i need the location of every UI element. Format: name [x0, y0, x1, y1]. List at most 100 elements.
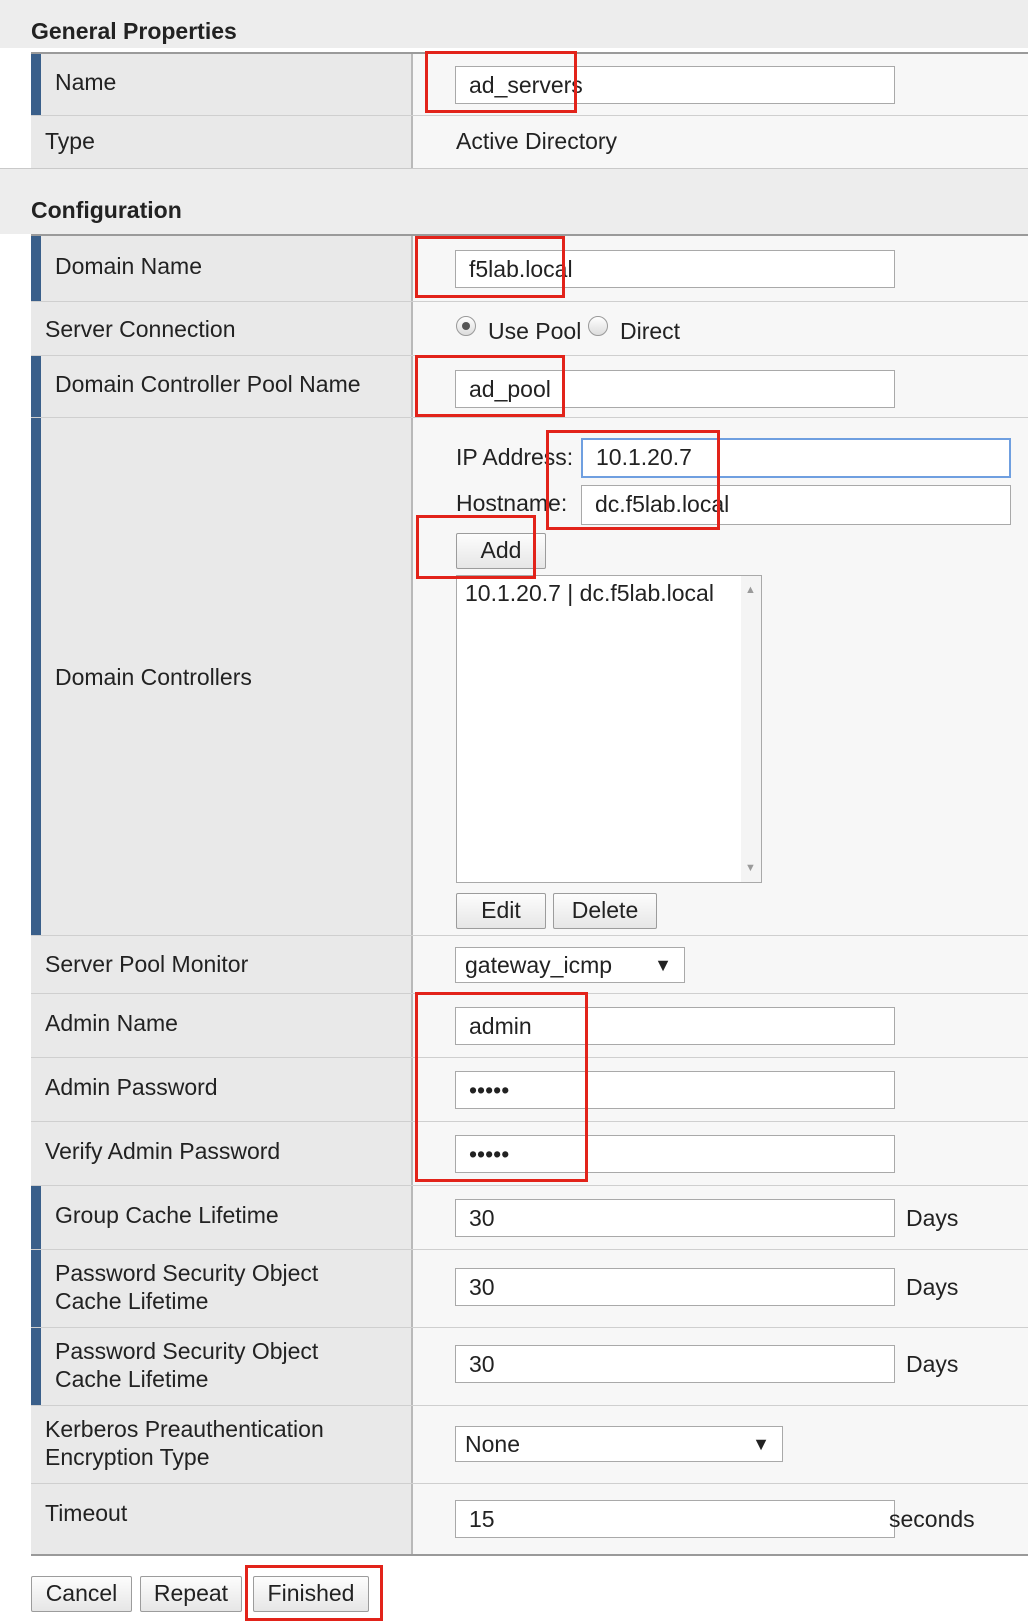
pso-cache-2-unit: Days: [906, 1351, 959, 1377]
domain-name-label-cell: Domain Name: [31, 236, 413, 301]
pso-cache-input[interactable]: 30: [455, 1268, 895, 1306]
admin-password-label: Admin Password: [45, 1074, 218, 1100]
server-pool-monitor-label: Server Pool Monitor: [45, 951, 249, 977]
repeat-button[interactable]: Repeat: [140, 1576, 242, 1612]
timeout-row: Timeout 15 seconds: [31, 1484, 1028, 1554]
kerberos-select[interactable]: None ▼: [455, 1426, 783, 1462]
use-pool-radio[interactable]: [456, 316, 476, 336]
verify-password-value-cell: •••••: [413, 1122, 1028, 1185]
kerberos-row: Kerberos Preauthentication Encryption Ty…: [31, 1406, 1028, 1484]
domain-name-label: Domain Name: [55, 253, 202, 279]
timeout-label: Timeout: [45, 1500, 128, 1526]
general-properties-table: Name ad_servers Type Active Directory: [31, 52, 1028, 170]
timeout-value-cell: 15 seconds: [413, 1484, 1028, 1554]
pso-cache-2-label-line1: Password Security Object: [55, 1338, 319, 1364]
scroll-down-icon[interactable]: ▼: [745, 862, 756, 874]
general-properties-header: General Properties: [0, 0, 1028, 48]
name-row: Name ad_servers: [31, 54, 1028, 116]
domain-name-row: Domain Name f5lab.local: [31, 236, 1028, 302]
type-value: Active Directory: [456, 128, 618, 154]
pool-name-label-cell: Domain Controller Pool Name: [31, 356, 413, 417]
admin-password-input[interactable]: •••••: [455, 1071, 895, 1109]
server-pool-monitor-value: gateway_icmp: [465, 952, 613, 978]
name-label: Name: [55, 69, 117, 95]
verify-password-label-cell: Verify Admin Password: [31, 1122, 413, 1185]
pool-name-label: Domain Controller Pool Name: [55, 371, 361, 397]
admin-name-label-cell: Admin Name: [31, 994, 413, 1057]
domain-controllers-row: Domain Controllers IP Address: 10.1.20.7…: [31, 418, 1028, 936]
cancel-button[interactable]: Cancel: [31, 1576, 132, 1612]
pso-cache-value-cell: 30 Days: [413, 1250, 1028, 1327]
group-cache-value-cell: 30 Days: [413, 1186, 1028, 1249]
name-value-cell: ad_servers: [413, 54, 1028, 115]
server-connection-row: Server Connection Use Pool Direct: [31, 302, 1028, 356]
pso-cache-label-cell: Password Security Object Cache Lifetime: [31, 1250, 413, 1327]
kerberos-label-line2: Encryption Type: [45, 1444, 210, 1470]
server-pool-monitor-select[interactable]: gateway_icmp ▼: [455, 947, 685, 983]
chevron-down-icon: ▼: [654, 955, 672, 975]
server-connection-label: Server Connection: [45, 316, 236, 342]
hostname-input[interactable]: dc.f5lab.local: [581, 485, 1011, 525]
pool-name-value-cell: ad_pool: [413, 356, 1028, 417]
scroll-up-icon[interactable]: ▲: [745, 584, 756, 596]
timeout-input[interactable]: 15: [455, 1500, 895, 1538]
pso-cache-2-input[interactable]: 30: [455, 1345, 895, 1383]
direct-radio[interactable]: [588, 316, 608, 336]
pool-name-input[interactable]: ad_pool: [455, 370, 895, 408]
general-properties-title: General Properties: [31, 18, 237, 44]
admin-name-row: Admin Name admin: [31, 994, 1028, 1058]
pso-cache-row: Password Security Object Cache Lifetime …: [31, 1250, 1028, 1328]
kerberos-value-cell: None ▼: [413, 1406, 1028, 1483]
group-cache-label: Group Cache Lifetime: [55, 1202, 279, 1228]
edit-button[interactable]: Edit: [456, 893, 546, 929]
pso-cache-unit: Days: [906, 1274, 959, 1300]
list-scrollbar[interactable]: ▲ ▼: [741, 576, 761, 882]
pso-cache-2-label-cell: Password Security Object Cache Lifetime: [31, 1328, 413, 1405]
verify-password-input[interactable]: •••••: [455, 1135, 895, 1173]
domain-name-value-cell: f5lab.local: [413, 236, 1028, 301]
admin-name-label: Admin Name: [45, 1010, 178, 1036]
list-item[interactable]: 10.1.20.7 | dc.f5lab.local: [465, 580, 714, 607]
admin-name-value-cell: admin: [413, 994, 1028, 1057]
server-pool-monitor-value-cell: gateway_icmp ▼: [413, 936, 1028, 993]
pso-cache-label-line2: Cache Lifetime: [55, 1288, 209, 1314]
name-input[interactable]: ad_servers: [455, 66, 895, 104]
chevron-down-icon: ▼: [752, 1434, 770, 1454]
use-pool-label: Use Pool: [488, 318, 582, 344]
pso-cache-2-row: Password Security Object Cache Lifetime …: [31, 1328, 1028, 1406]
group-cache-label-cell: Group Cache Lifetime: [31, 1186, 413, 1249]
pso-cache-2-label-line2: Cache Lifetime: [55, 1366, 209, 1392]
type-value-cell: Active Directory: [413, 116, 1028, 169]
pool-name-row: Domain Controller Pool Name ad_pool: [31, 356, 1028, 418]
type-label: Type: [45, 128, 95, 154]
ip-address-input[interactable]: 10.1.20.7: [581, 438, 1011, 478]
domain-controllers-label-cell: Domain Controllers: [31, 418, 413, 935]
hostname-label: Hostname:: [456, 490, 568, 516]
server-connection-label-cell: Server Connection: [31, 302, 413, 355]
timeout-unit: seconds: [889, 1506, 975, 1532]
verify-password-label: Verify Admin Password: [45, 1138, 281, 1164]
server-pool-monitor-row: Server Pool Monitor gateway_icmp ▼: [31, 936, 1028, 994]
delete-button[interactable]: Delete: [553, 893, 657, 929]
group-cache-unit: Days: [906, 1205, 959, 1231]
add-button[interactable]: Add: [456, 533, 546, 569]
server-pool-monitor-label-cell: Server Pool Monitor: [31, 936, 413, 993]
finished-button[interactable]: Finished: [253, 1576, 369, 1612]
domain-name-input[interactable]: f5lab.local: [455, 250, 895, 288]
admin-password-row: Admin Password •••••: [31, 1058, 1028, 1122]
verify-password-row: Verify Admin Password •••••: [31, 1122, 1028, 1186]
domain-controllers-value-cell: IP Address: 10.1.20.7 Hostname: dc.f5lab…: [413, 418, 1028, 935]
configuration-header: Configuration: [0, 168, 1028, 234]
type-row: Type Active Directory: [31, 116, 1028, 170]
admin-password-value-cell: •••••: [413, 1058, 1028, 1121]
ip-address-label: IP Address:: [456, 444, 574, 470]
kerberos-label-cell: Kerberos Preauthentication Encryption Ty…: [31, 1406, 413, 1483]
pso-cache-2-value-cell: 30 Days: [413, 1328, 1028, 1405]
configuration-title: Configuration: [31, 197, 182, 223]
admin-password-label-cell: Admin Password: [31, 1058, 413, 1121]
timeout-label-cell: Timeout: [31, 1484, 413, 1554]
admin-name-input[interactable]: admin: [455, 1007, 895, 1045]
name-label-cell: Name: [31, 54, 413, 115]
group-cache-input[interactable]: 30: [455, 1199, 895, 1237]
domain-controllers-list[interactable]: 10.1.20.7 | dc.f5lab.local ▲ ▼: [456, 575, 762, 883]
